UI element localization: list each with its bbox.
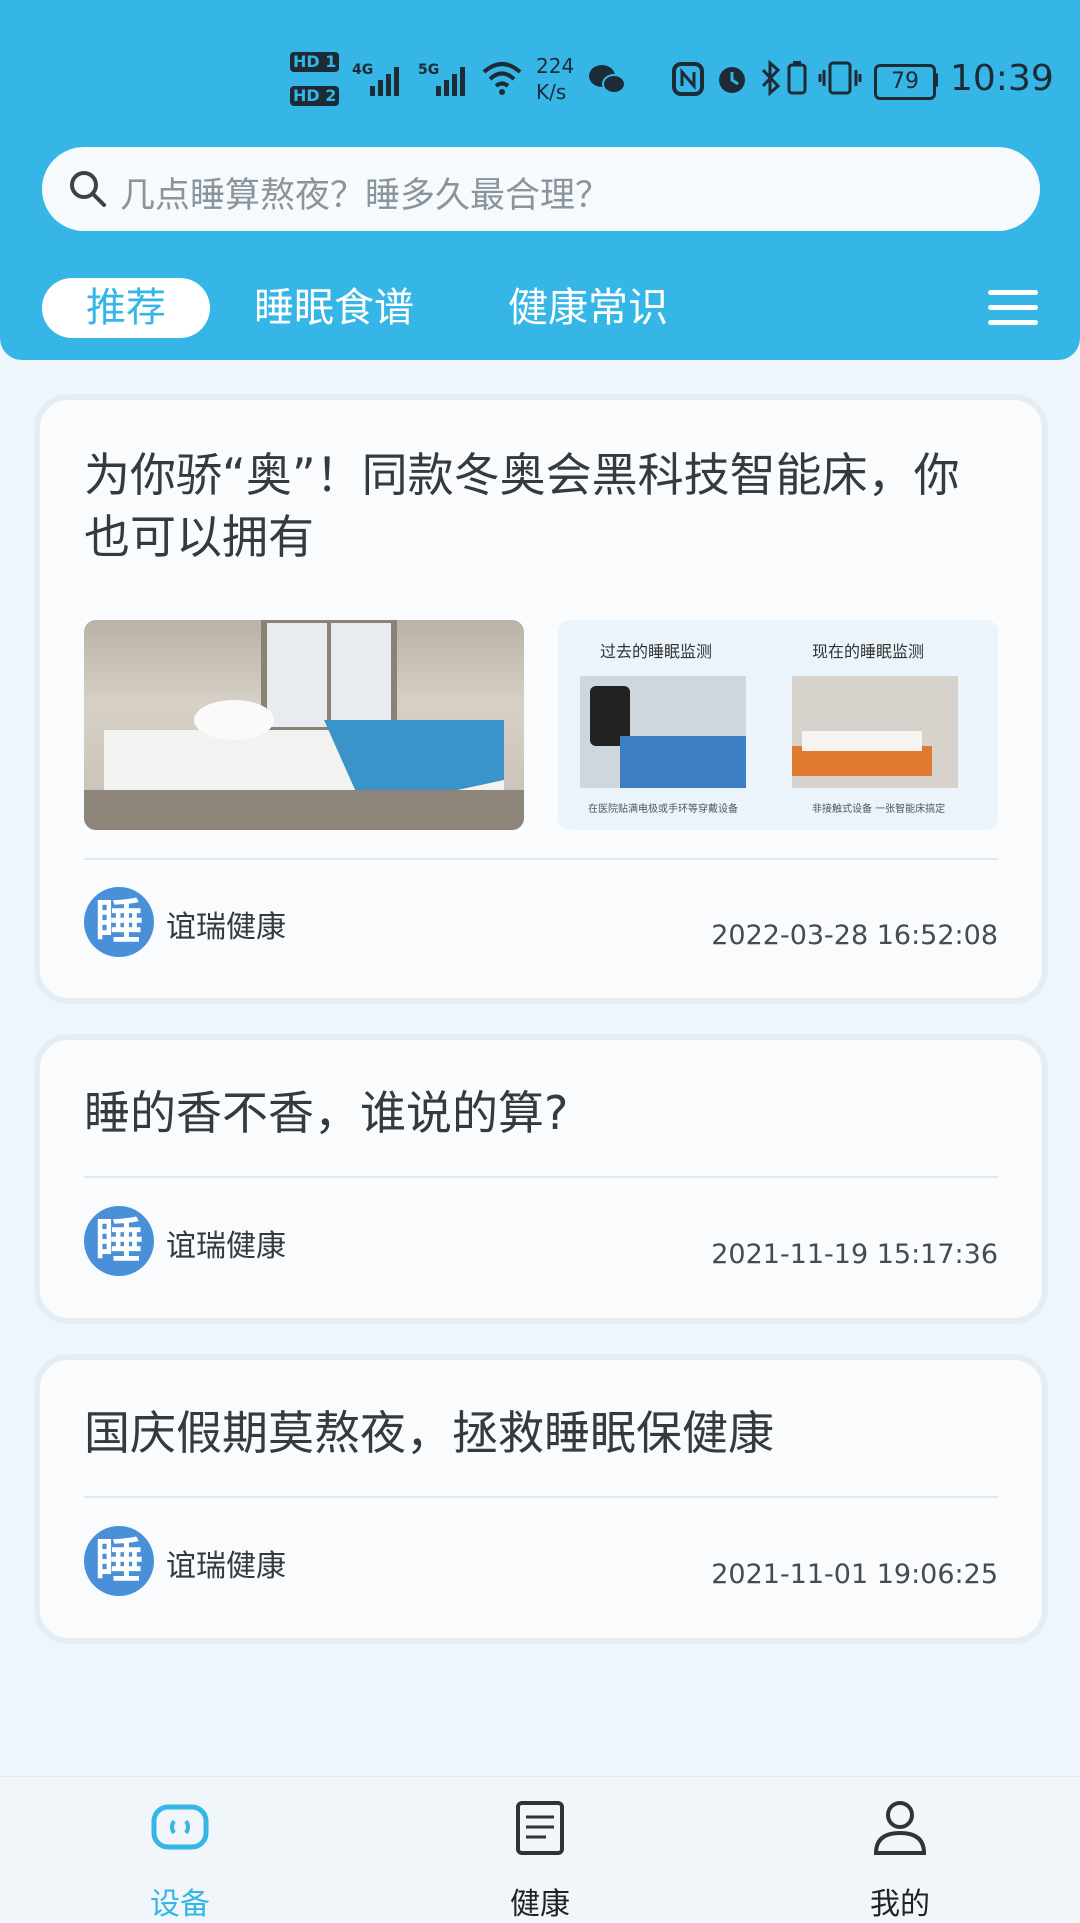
new-monitor-photo	[792, 676, 958, 788]
article-image-bed	[84, 620, 524, 830]
search-icon	[70, 171, 106, 207]
author-name: 谊瑞健康	[166, 1229, 286, 1264]
compare-left-caption: 在医院贴满电极或手环等穿戴设备	[588, 804, 738, 815]
wifi-icon	[482, 62, 522, 95]
battery-saver-icon	[787, 61, 807, 95]
alarm-icon	[719, 67, 745, 93]
search-placeholder: 几点睡算熬夜？睡多久最合理？	[120, 176, 611, 216]
clock: 10:39	[950, 58, 1054, 99]
nav-health[interactable]: 健康	[440, 1777, 640, 1922]
vibrate-icon	[818, 61, 862, 95]
nav-label: 设备	[150, 1887, 210, 1922]
author-avatar: 睡	[84, 1206, 154, 1276]
divider	[84, 1496, 998, 1498]
nav-label: 健康	[510, 1887, 570, 1922]
compare-right-label: 现在的睡眠监测	[812, 642, 925, 661]
signal-icon	[370, 67, 399, 96]
wechat-icon	[589, 65, 626, 94]
battery-tip	[933, 73, 938, 87]
divider	[84, 858, 998, 860]
device-icon	[151, 1804, 209, 1850]
nav-label: 我的	[870, 1887, 930, 1922]
author-avatar: 睡	[84, 1526, 154, 1596]
app-header: HD 1 HD 2 4G 5G 224 K/s 79 10:39 几点睡算熬夜？…	[0, 0, 1080, 360]
hd2-indicator: HD 2	[290, 86, 340, 106]
article-card[interactable]: 为你骄“奥”！同款冬奥会黑科技智能床，你也可以拥有 过去的睡眠监测 现在的睡眠监…	[40, 400, 1042, 998]
document-icon	[516, 1801, 564, 1855]
article-title: 为你骄“奥”！同款冬奥会黑科技智能床，你也可以拥有	[84, 448, 960, 564]
author-avatar: 睡	[84, 887, 154, 957]
tab-health-knowledge[interactable]: 健康常识	[502, 278, 674, 338]
nav-mine[interactable]: 我的	[800, 1777, 1000, 1922]
speed-unit: K/s	[536, 80, 567, 104]
author-name: 谊瑞健康	[166, 910, 286, 945]
publish-date: 2021-11-19 15:17:36	[711, 1239, 998, 1270]
menu-icon[interactable]	[988, 290, 1038, 330]
author-name: 谊瑞健康	[166, 1549, 286, 1584]
old-monitor-photo	[580, 676, 746, 788]
battery-indicator: 79	[874, 64, 936, 100]
nav-device[interactable]: 设备	[80, 1777, 280, 1922]
tab-recommend[interactable]: 推荐	[42, 278, 210, 338]
bed-photo	[84, 620, 524, 830]
bluetooth-icon	[761, 60, 781, 96]
nfc-icon	[672, 62, 704, 96]
signal-icon-2	[436, 67, 465, 96]
status-bar: HD 1 HD 2 4G 5G 224 K/s 79 10:39	[0, 0, 1080, 150]
user-icon	[873, 1801, 927, 1855]
publish-date: 2021-11-01 19:06:25	[711, 1559, 998, 1590]
divider	[84, 1176, 998, 1178]
compare-left-label: 过去的睡眠监测	[600, 642, 713, 661]
category-tabs: 推荐 睡眠食谱 健康常识	[0, 272, 1080, 344]
article-title: 国庆假期莫熬夜，拯救睡眠保健康	[84, 1406, 774, 1460]
tab-sleep-recipes[interactable]: 睡眠食谱	[248, 278, 420, 338]
article-title: 睡的香不香，谁说的算?	[84, 1086, 569, 1140]
speed-value: 224	[536, 54, 575, 78]
article-image-compare: 过去的睡眠监测 现在的睡眠监测 在医院贴满电极或手环等穿戴设备 非接触式设备 一…	[558, 620, 998, 830]
bottom-nav: 设备 健康 我的	[0, 1776, 1080, 1922]
hd1-indicator: HD 1	[290, 52, 340, 72]
article-card[interactable]: 睡的香不香，谁说的算? 睡 谊瑞健康 2021-11-19 15:17:36	[40, 1040, 1042, 1318]
article-card[interactable]: 国庆假期莫熬夜，拯救睡眠保健康 睡 谊瑞健康 2021-11-01 19:06:…	[40, 1360, 1042, 1638]
publish-date: 2022-03-28 16:52:08	[711, 920, 998, 951]
search-input[interactable]: 几点睡算熬夜？睡多久最合理？	[42, 147, 1040, 231]
compare-right-caption: 非接触式设备 一张智能床搞定	[812, 804, 946, 815]
